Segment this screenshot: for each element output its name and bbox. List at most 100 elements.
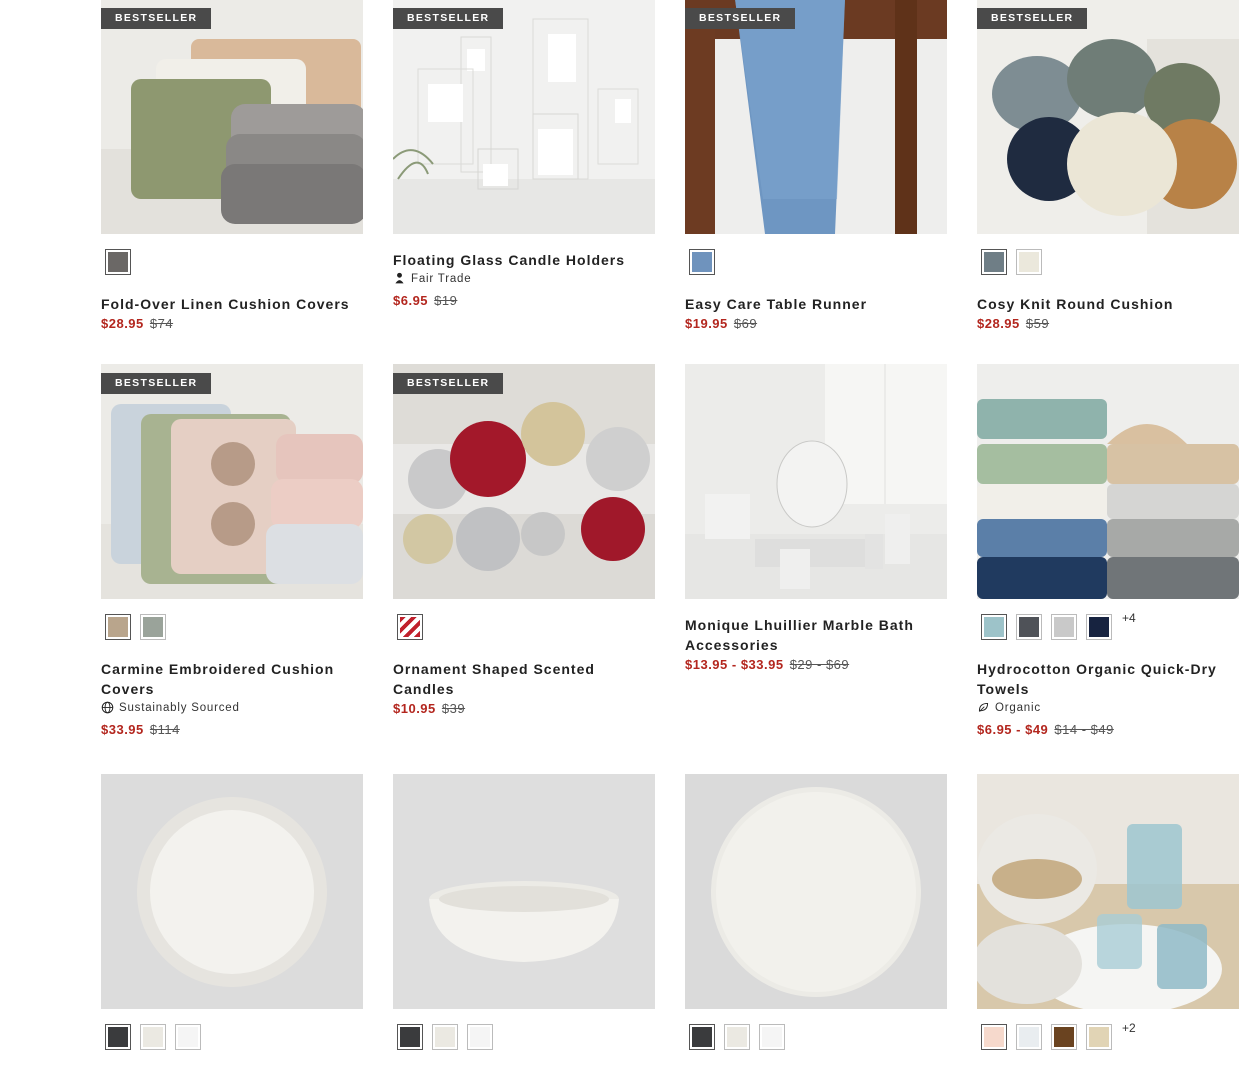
- color-swatches: [393, 1018, 655, 1056]
- leaf-icon: [977, 701, 990, 714]
- color-swatches: +4: [977, 608, 1239, 646]
- product-name-link[interactable]: Fold-Over Linen Cushion Covers: [101, 294, 363, 314]
- color-swatch[interactable]: [981, 1024, 1007, 1050]
- product-image[interactable]: BESTSELLER: [101, 0, 363, 234]
- product-card: BESTSELLER Carmine Embroidered Cushion Co…: [101, 364, 363, 737]
- color-swatch[interactable]: [175, 1024, 201, 1050]
- original-price: $29 - $69: [789, 657, 850, 672]
- product-name-link[interactable]: Ornament Shaped Scented Candles: [393, 659, 655, 699]
- sale-price: $10.95: [393, 701, 436, 716]
- color-swatch[interactable]: [759, 1024, 785, 1050]
- color-swatch[interactable]: [689, 249, 715, 275]
- bestseller-badge: BESTSELLER: [101, 373, 212, 394]
- product-price: $19.95 $69: [685, 316, 947, 331]
- product-price: $28.95 $59: [977, 316, 1239, 331]
- color-swatch[interactable]: [1051, 614, 1077, 640]
- color-swatch[interactable]: [981, 249, 1007, 275]
- product-photo: [977, 364, 1239, 599]
- color-swatch[interactable]: [397, 614, 423, 640]
- product-image[interactable]: BESTSELLER: [101, 364, 363, 599]
- product-card: BESTSELLER Fold-Over Linen Cushion Covers…: [101, 0, 363, 331]
- original-price: $59: [1025, 316, 1050, 331]
- product-name-link[interactable]: Hydrocotton Organic Quick-Dry Towels: [977, 659, 1239, 699]
- color-swatch[interactable]: [140, 614, 166, 640]
- sale-price: $19.95: [685, 316, 728, 331]
- product-card: +2: [977, 774, 1239, 1069]
- product-photo: [101, 364, 363, 599]
- color-swatch[interactable]: [432, 1024, 458, 1050]
- product-card: BESTSELLER Floating Glass Candle Holders F…: [393, 0, 655, 308]
- product-image[interactable]: [685, 774, 947, 1009]
- color-swatch[interactable]: [105, 1024, 131, 1050]
- bestseller-badge: BESTSELLER: [101, 8, 212, 29]
- bestseller-badge: BESTSELLER: [685, 8, 796, 29]
- sale-price: $13.95 - $33.95: [685, 657, 784, 672]
- product-image[interactable]: [101, 774, 363, 1009]
- product-card: [101, 774, 363, 1069]
- product-card: +4 Hydrocotton Organic Quick-Dry Towels Or…: [977, 364, 1239, 737]
- globe-icon: [101, 701, 114, 714]
- product-image[interactable]: BESTSELLER: [685, 0, 947, 234]
- product-card: [393, 774, 655, 1069]
- color-swatch[interactable]: [1016, 249, 1042, 275]
- product-price: $13.95 - $33.95 $29 - $69: [685, 657, 947, 672]
- product-price: $6.95 - $49 $14 - $49: [977, 722, 1239, 737]
- color-swatches: [977, 243, 1239, 281]
- product-card: BESTSELLER Ornament Shaped Scented Candle…: [393, 364, 655, 716]
- product-photo: [393, 364, 655, 599]
- color-swatch[interactable]: [105, 249, 131, 275]
- color-swatch[interactable]: [467, 1024, 493, 1050]
- color-swatch[interactable]: [1051, 1024, 1077, 1050]
- product-photo: [101, 774, 363, 1009]
- color-swatches: +2: [977, 1018, 1239, 1056]
- product-image[interactable]: [977, 774, 1239, 1009]
- product-name-link[interactable]: Cosy Knit Round Cushion: [977, 294, 1239, 314]
- product-photo: [685, 774, 947, 1009]
- bestseller-badge: BESTSELLER: [393, 8, 504, 29]
- original-price: $69: [733, 316, 758, 331]
- product-image[interactable]: BESTSELLER: [977, 0, 1239, 234]
- product-attribute: Sustainably Sourced: [101, 701, 363, 714]
- color-swatches: [101, 608, 363, 646]
- product-card: BESTSELLER Easy Care Table Runner $19.95 $…: [685, 0, 947, 331]
- more-swatches-link[interactable]: +4: [1122, 611, 1136, 625]
- color-swatches: [101, 243, 363, 281]
- product-image[interactable]: [393, 774, 655, 1009]
- product-image[interactable]: BESTSELLER: [393, 0, 655, 234]
- color-swatch[interactable]: [1016, 614, 1042, 640]
- color-swatch[interactable]: [140, 1024, 166, 1050]
- product-image[interactable]: [685, 364, 947, 599]
- color-swatches: [685, 243, 947, 281]
- color-swatch[interactable]: [689, 1024, 715, 1050]
- original-price: $14 - $49: [1054, 722, 1114, 737]
- color-swatches: [101, 1018, 363, 1056]
- product-photo: [101, 0, 363, 234]
- product-image[interactable]: [977, 364, 1239, 599]
- product-name-link[interactable]: Easy Care Table Runner: [685, 294, 947, 314]
- product-name-link[interactable]: Carmine Embroidered Cushion Covers: [101, 659, 363, 699]
- product-photo: [977, 774, 1239, 1009]
- more-swatches-link[interactable]: +2: [1122, 1021, 1136, 1035]
- sale-price: $6.95: [393, 293, 429, 308]
- color-swatch[interactable]: [1016, 1024, 1042, 1050]
- color-swatch[interactable]: [1086, 1024, 1112, 1050]
- color-swatch[interactable]: [105, 614, 131, 640]
- color-swatches: [685, 1018, 947, 1056]
- attribute-label: Fair Trade: [411, 272, 472, 285]
- product-price: $6.95 $19: [393, 293, 655, 308]
- product-image[interactable]: BESTSELLER: [393, 364, 655, 599]
- color-swatch[interactable]: [397, 1024, 423, 1050]
- product-name-link[interactable]: Floating Glass Candle Holders: [393, 250, 655, 270]
- product-photo: [977, 0, 1239, 234]
- color-swatch[interactable]: [1086, 614, 1112, 640]
- product-name-link[interactable]: Monique Lhuillier Marble Bath Accessorie…: [685, 615, 947, 655]
- product-card: [685, 774, 947, 1069]
- color-swatch[interactable]: [981, 614, 1007, 640]
- product-attribute: Organic: [977, 701, 1239, 714]
- original-price: $39: [441, 701, 466, 716]
- color-swatch[interactable]: [724, 1024, 750, 1050]
- product-price: $33.95 $114: [101, 722, 363, 737]
- product-price: $10.95 $39: [393, 701, 655, 716]
- bestseller-badge: BESTSELLER: [977, 8, 1088, 29]
- product-photo: [685, 364, 947, 599]
